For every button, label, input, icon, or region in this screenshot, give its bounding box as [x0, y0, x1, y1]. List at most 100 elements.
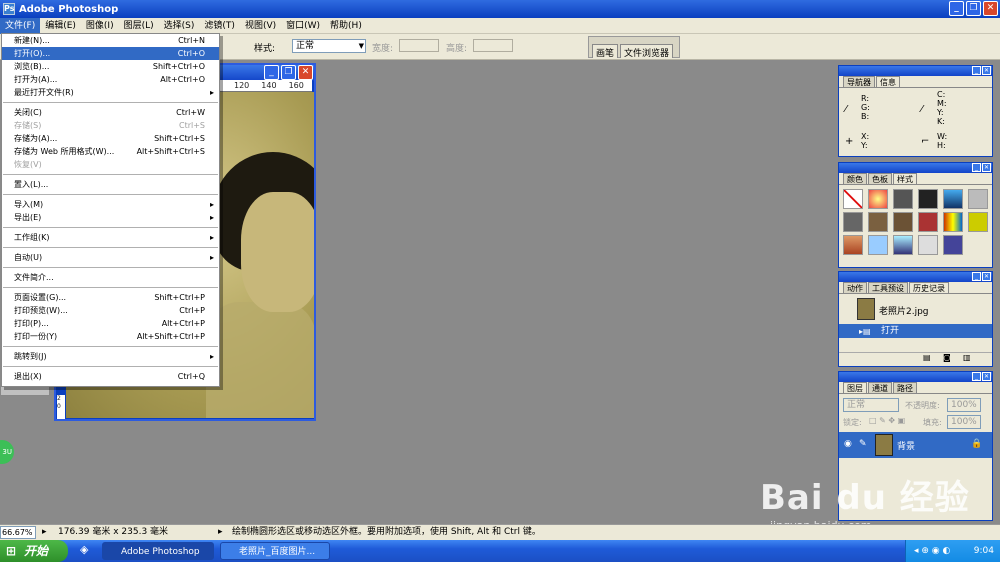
tab-channels[interactable]: 通道 — [868, 382, 892, 393]
file-menu-item[interactable]: 页面设置(G)... Shift+Ctrl+P — [2, 291, 219, 304]
eye-icon[interactable]: ◉ — [844, 439, 852, 449]
file-menu-item[interactable]: 打印(P)... Alt+Ctrl+P — [2, 317, 219, 330]
menu-file[interactable]: 文件(F) — [0, 17, 41, 34]
tray-icons[interactable]: ◂ ⊕ ◉ ◐ — [914, 540, 950, 562]
style-swatch[interactable] — [843, 235, 863, 255]
tab-layers[interactable]: 图层 — [843, 382, 867, 393]
minimize-button[interactable]: _ — [949, 1, 964, 16]
panel-minimize-button[interactable]: _ — [972, 66, 981, 75]
lock-icons[interactable]: □ ✎ ✥ ▣ — [869, 416, 905, 425]
layer-row[interactable]: ◉ ✎ 背景 🔒 — [839, 432, 992, 458]
fill-field[interactable]: 100% — [947, 415, 981, 429]
style-swatch[interactable] — [943, 212, 963, 232]
style-swatch[interactable] — [868, 235, 888, 255]
width-field[interactable] — [399, 39, 439, 52]
file-menu-item[interactable]: 自动(U) ▸ — [2, 251, 219, 264]
file-menu-item[interactable]: 退出(X) Ctrl+Q — [2, 370, 219, 383]
zoom-field[interactable]: 66.67% — [0, 526, 36, 539]
menu-item-shortcut: Ctrl+S — [178, 121, 205, 130]
file-menu-item[interactable]: 最近打开文件(R) ▸ — [2, 86, 219, 99]
menu-layer[interactable]: 图层(L) — [119, 18, 159, 34]
file-menu-item[interactable]: 置入(L)... — [2, 178, 219, 191]
file-menu-item[interactable]: 存储为 Web 所用格式(W)... Alt+Shift+Ctrl+S — [2, 145, 219, 158]
task-photoshop[interactable]: Adobe Photoshop — [102, 542, 214, 560]
file-menu-item[interactable]: 导出(E) ▸ — [2, 211, 219, 224]
panel-minimize-button[interactable]: _ — [972, 163, 981, 172]
snapshot-icon[interactable]: ◙ — [943, 353, 951, 362]
task-label: 老照片_百度图片... — [239, 547, 316, 557]
submenu-arrow-icon: ▸ — [209, 352, 214, 361]
doc-restore-button[interactable]: ❐ — [281, 65, 296, 80]
restore-button[interactable]: ❐ — [966, 1, 981, 16]
file-menu-item[interactable]: 跳转到(J) ▸ — [2, 350, 219, 363]
tab-history[interactable]: 历史记录 — [909, 282, 949, 293]
doc-close-button[interactable]: ✕ — [298, 65, 313, 80]
menu-image[interactable]: 图像(I) — [81, 18, 119, 34]
file-menu-item[interactable]: 打印一份(Y) Alt+Shift+Ctrl+P — [2, 330, 219, 343]
style-swatch[interactable] — [868, 189, 888, 209]
style-swatch[interactable] — [968, 212, 988, 232]
menu-window[interactable]: 窗口(W) — [281, 18, 325, 34]
panel-minimize-button[interactable]: _ — [972, 272, 981, 281]
task-browser[interactable]: 老照片_百度图片... — [220, 542, 330, 560]
tab-swatches[interactable]: 色板 — [868, 173, 892, 184]
style-swatch[interactable] — [868, 212, 888, 232]
file-menu-item[interactable]: 工作组(K) ▸ — [2, 231, 219, 244]
tab-info[interactable]: 信息 — [876, 76, 900, 87]
style-swatch[interactable] — [918, 212, 938, 232]
tab-file-browser[interactable]: 文件浏览器 — [620, 44, 674, 59]
quick-launch-icon[interactable]: ◈ — [80, 543, 88, 556]
height-field[interactable] — [473, 39, 513, 52]
tab-navigator[interactable]: 导航器 — [843, 76, 875, 87]
style-swatch[interactable] — [918, 235, 938, 255]
style-swatch[interactable] — [943, 235, 963, 255]
menu-separator — [3, 346, 218, 347]
new-document-icon[interactable]: ▤ — [923, 353, 931, 362]
file-menu-item[interactable]: 关闭(C) Ctrl+W — [2, 106, 219, 119]
menu-edit[interactable]: 编辑(E) — [40, 18, 81, 34]
menu-filter[interactable]: 滤镜(T) — [199, 18, 240, 34]
menu-item-shortcut: Alt+Shift+Ctrl+P — [136, 332, 205, 341]
opacity-field[interactable]: 100% — [947, 398, 981, 412]
style-swatch[interactable] — [918, 189, 938, 209]
file-menu-item[interactable]: 打开(O)... Ctrl+O — [2, 47, 219, 60]
trash-icon[interactable]: ▥ — [963, 353, 971, 362]
snapshot-name[interactable]: 老照片2.jpg — [879, 304, 929, 317]
style-swatch[interactable] — [893, 212, 913, 232]
eyedropper-icon: ⁄ — [845, 104, 847, 115]
file-menu-item[interactable]: 存储为(A)... Shift+Ctrl+S — [2, 132, 219, 145]
tab-color[interactable]: 颜色 — [843, 173, 867, 184]
menu-view[interactable]: 视图(V) — [240, 18, 281, 34]
menu-help[interactable]: 帮助(H) — [325, 18, 367, 34]
panel-close-button[interactable]: ✕ — [982, 66, 991, 75]
tab-paths[interactable]: 路径 — [893, 382, 917, 393]
panel-close-button[interactable]: ✕ — [982, 163, 991, 172]
panel-close-button[interactable]: ✕ — [982, 372, 991, 381]
style-select[interactable]: 正常 ▼ — [292, 39, 366, 53]
submenu-arrow-icon: ▸ — [209, 200, 214, 209]
tab-tool-presets[interactable]: 工具预设 — [868, 282, 908, 293]
menu-select[interactable]: 选择(S) — [159, 18, 200, 34]
start-button[interactable]: ⊞ 开始 — [0, 540, 68, 562]
style-swatch[interactable] — [843, 212, 863, 232]
tab-actions[interactable]: 动作 — [843, 282, 867, 293]
tab-brush[interactable]: 画笔 — [592, 44, 619, 59]
style-swatch[interactable] — [968, 189, 988, 209]
file-menu-item[interactable]: 导入(M) ▸ — [2, 198, 219, 211]
style-swatch[interactable] — [943, 189, 963, 209]
panel-minimize-button[interactable]: _ — [972, 372, 981, 381]
file-menu-item[interactable]: 浏览(B)... Shift+Ctrl+O — [2, 60, 219, 73]
close-button[interactable]: ✕ — [983, 1, 998, 16]
doc-minimize-button[interactable]: _ — [264, 65, 279, 80]
style-swatch[interactable] — [893, 235, 913, 255]
style-swatch-none[interactable] — [843, 189, 863, 209]
file-menu-item[interactable]: 打开为(A)... Alt+Ctrl+O — [2, 73, 219, 86]
panel-close-button[interactable]: ✕ — [982, 272, 991, 281]
blend-mode-select[interactable]: 正常 — [843, 398, 899, 412]
style-swatch[interactable] — [893, 189, 913, 209]
tab-styles[interactable]: 样式 — [893, 173, 917, 184]
file-menu-item[interactable]: 文件简介... — [2, 271, 219, 284]
file-menu-item[interactable]: 打印预览(W)... Ctrl+P — [2, 304, 219, 317]
panel-title-bar: _ ✕ — [839, 372, 992, 382]
file-menu-item[interactable]: 新建(N)... Ctrl+N — [2, 34, 219, 47]
